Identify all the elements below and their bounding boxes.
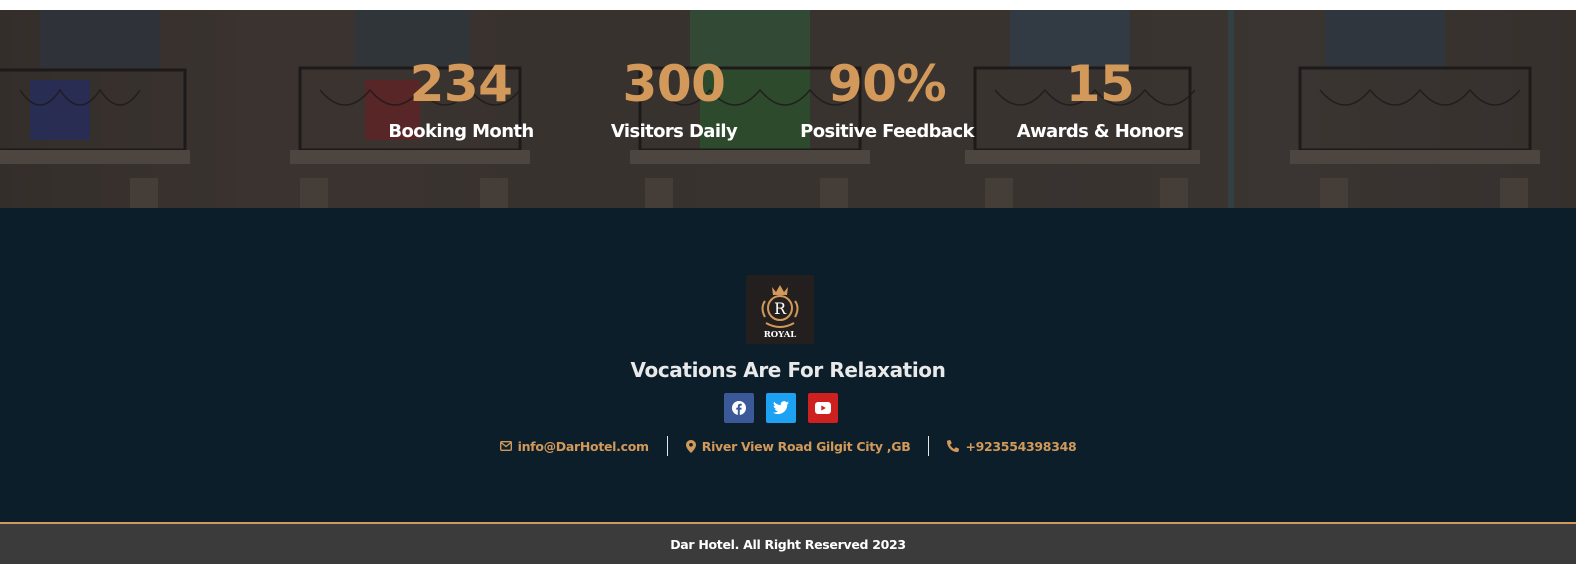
stat-booking-month: 234 Booking Month [388,55,534,143]
phone-text: +923554398348 [965,438,1077,454]
stat-value: 90% [827,55,947,113]
stat-value: 234 [409,55,513,113]
stat-visitors-daily: 300 Visitors Daily [610,55,738,143]
twitter-link[interactable] [766,393,796,423]
stats-section: 234 Booking Month 300 Visitors Daily 90%… [0,10,1576,208]
stat-positive-feedback: 90% Positive Feedback [800,56,974,143]
contact-info: info@DarHotel.com River View Road Gilgit… [0,436,1576,456]
address-text: River View Road Gilgit City ,GB [701,438,911,454]
youtube-icon [815,402,831,414]
footer: R ROYAL Vocations Are For Relaxation inf… [0,208,1576,524]
crest-icon: R ROYAL [761,284,799,340]
footer-tagline: Vocations Are For Relaxation [630,358,946,382]
phone-contact[interactable]: +923554398348 [929,439,1094,454]
top-spacer [0,0,1576,10]
background-overlay [0,10,1576,208]
youtube-link[interactable] [808,393,838,423]
svg-text:R: R [774,299,787,318]
envelope-icon [499,441,512,451]
stat-value: 300 [622,55,726,113]
stat-label: Positive Feedback [800,121,974,142]
logo-wordmark: ROYAL [764,330,797,340]
copyright-bar: Dar Hotel. All Right Reserved 2023 [0,524,1576,564]
facebook-link[interactable] [724,393,754,423]
social-links [724,393,838,423]
stat-value: 15 [1065,55,1135,113]
stat-label: Visitors Daily [610,121,738,142]
copyright-text: Dar Hotel. All Right Reserved 2023 [670,536,906,552]
email-contact[interactable]: info@DarHotel.com [482,439,667,454]
stat-awards-honors: 15 Awards & Honors [1017,56,1184,143]
email-text: info@DarHotel.com [517,438,649,454]
map-pin-icon [685,439,696,453]
address-contact: River View Road Gilgit City ,GB [668,439,929,454]
stat-label: Awards & Honors [1016,121,1184,142]
phone-icon [947,440,960,452]
stat-label: Booking Month [388,121,534,142]
twitter-icon [773,401,789,415]
royal-logo[interactable]: R ROYAL [746,275,814,344]
facebook-icon [732,401,746,415]
